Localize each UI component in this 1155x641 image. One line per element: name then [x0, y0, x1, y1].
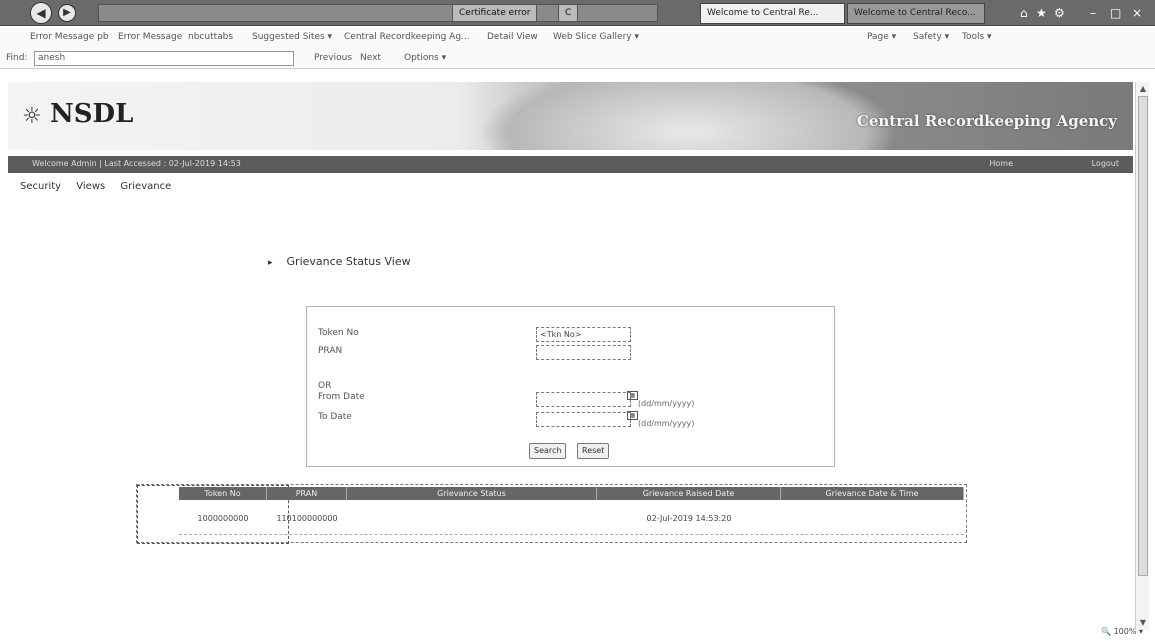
favorites-bar: Error Message pb Error Message nbcuttabs… [0, 27, 1155, 49]
favorite-link[interactable]: Web Slice Gallery ▾ [553, 32, 639, 42]
find-previous-button[interactable]: Previous [314, 53, 352, 63]
settings-gear-icon[interactable]: ⚙ [1054, 4, 1065, 22]
pran-label: PRAN [318, 346, 343, 356]
calendar-icon[interactable]: ▦ [627, 411, 638, 420]
table-cell-token[interactable]: 1000000000 [179, 507, 267, 531]
table-cell-raised-date: 02-Jul-2019 14:53:20 [646, 514, 732, 523]
token-no-input[interactable]: <Tkn No> [536, 327, 631, 342]
favorites-star-icon[interactable]: ★ [1036, 4, 1047, 22]
favorite-link[interactable]: Detail View [487, 32, 538, 42]
maximize-button[interactable]: □ [1110, 4, 1121, 22]
tools-menu[interactable]: Tools ▾ [962, 32, 992, 42]
tab-welcome-central-inactive[interactable]: Welcome to Central Reco... [847, 3, 985, 24]
menu-item-security[interactable]: Security [20, 181, 61, 192]
find-next-button[interactable]: Next [360, 53, 381, 63]
main-menu: Security Views Grievance [20, 181, 183, 192]
find-options-button[interactable]: Options ▾ [404, 53, 446, 63]
table-cell-date-time [781, 507, 964, 531]
table-header: PRAN [267, 487, 347, 500]
pran-input[interactable] [536, 345, 631, 360]
nsdl-logo: NSDL [50, 99, 134, 129]
certificate-error-button[interactable]: Certificate error [452, 4, 538, 22]
results-table: Token No PRAN Grievance Status Grievance… [136, 484, 967, 544]
forward-arrow-icon[interactable]: ▶ [58, 4, 76, 22]
scroll-thumb[interactable] [1138, 96, 1148, 576]
table-cell-status [347, 507, 597, 531]
page-scrollbar[interactable]: ▲ ▼ [1135, 82, 1149, 630]
find-label: Find: [6, 53, 28, 63]
from-date-label: From Date [318, 392, 365, 402]
banner-wave-decoration [478, 82, 898, 150]
agency-title: Central Recordkeeping Agency [856, 112, 1117, 130]
minimize-button[interactable]: – [1090, 4, 1096, 22]
page-title: ▸ Grievance Status View [268, 255, 411, 268]
welcome-text: Welcome Admin | Last Accessed : 02-Jul-2… [32, 159, 241, 168]
safety-menu[interactable]: Safety ▾ [913, 32, 949, 42]
table-header: Grievance Raised Date [597, 487, 781, 500]
back-arrow-icon[interactable]: ◀ [30, 2, 52, 24]
menu-item-views[interactable]: Views [76, 181, 105, 192]
token-no-label: Token No [318, 328, 359, 338]
from-date-format: (dd/mm/yyyy) [638, 399, 695, 408]
bullet-arrow-icon: ▸ [268, 258, 273, 268]
to-date-input[interactable] [536, 412, 631, 427]
zoom-level[interactable]: 🔍 100% ▾ [1101, 627, 1143, 636]
row-divider [179, 534, 964, 535]
from-date-input[interactable] [536, 392, 631, 407]
home-icon[interactable]: ⌂ [1020, 4, 1028, 22]
page-menu[interactable]: Page ▾ [867, 32, 896, 42]
nsdl-logo-icon: ☼ [22, 104, 42, 129]
calendar-icon[interactable]: ▦ [627, 391, 638, 400]
find-bar: Find: anesh Previous Next Options ▾ [0, 49, 1155, 69]
favorite-link[interactable]: Suggested Sites ▾ [252, 32, 332, 42]
close-button[interactable]: × [1132, 4, 1142, 22]
favorite-link[interactable]: Error Message [118, 32, 182, 42]
reset-button[interactable]: Reset [577, 443, 610, 459]
site-banner: ☼ NSDL Central Recordkeeping Agency [8, 82, 1133, 150]
table-header: Grievance Status [347, 487, 597, 500]
find-input[interactable]: anesh [34, 51, 294, 66]
refresh-icon[interactable]: C [558, 4, 579, 22]
logout-link[interactable]: Logout [1092, 159, 1119, 168]
to-date-label: To Date [318, 412, 352, 422]
or-label: OR [318, 381, 332, 391]
menu-item-grievance[interactable]: Grievance [120, 181, 171, 192]
search-form: Token No <Tkn No> PRAN OR From Date ▦ (d… [306, 306, 835, 467]
home-link[interactable]: Home [989, 159, 1013, 168]
page-title-text: Grievance Status View [286, 255, 411, 268]
favorite-link[interactable]: nbcuttabs [188, 32, 233, 42]
favorite-link[interactable]: Error Message pb [30, 32, 109, 42]
table-cell-pran: 110100000000 [276, 514, 338, 523]
table-header: Grievance Date & Time [781, 487, 964, 500]
search-button[interactable]: Search [529, 443, 567, 459]
browser-titlebar: ◀ ▶ Certificate error C Welcome to Centr… [0, 0, 1155, 26]
favorite-link[interactable]: Central Recordkeeping Ag... [344, 32, 470, 42]
scroll-up-icon[interactable]: ▲ [1136, 82, 1150, 96]
user-strip: Welcome Admin | Last Accessed : 02-Jul-2… [8, 156, 1133, 173]
table-header: Token No [179, 487, 267, 500]
tab-welcome-central-active[interactable]: Welcome to Central Re... [700, 3, 845, 24]
to-date-format: (dd/mm/yyyy) [638, 419, 695, 428]
